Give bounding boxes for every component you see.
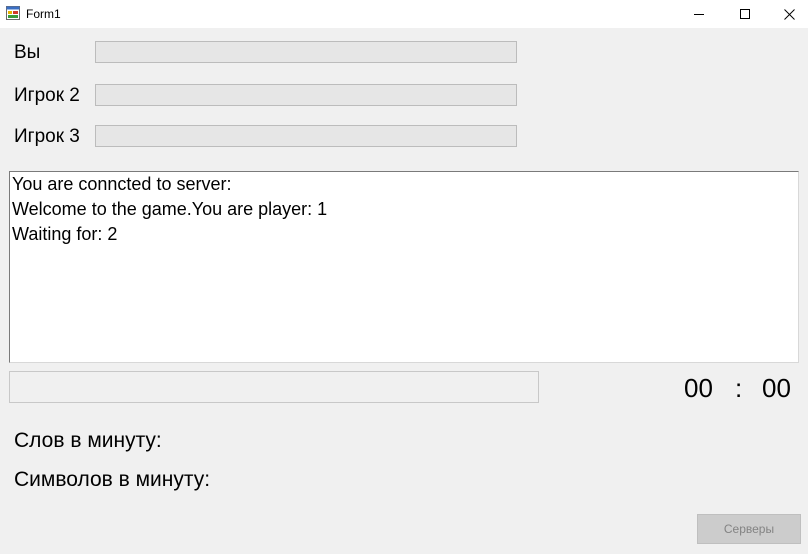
close-button[interactable]	[766, 0, 808, 28]
log-line: Waiting for: 2	[12, 224, 118, 244]
chars-per-minute-label: Символов в минуту:	[14, 468, 211, 491]
timer-minutes: 00	[684, 373, 713, 403]
window-title: Form1	[26, 7, 61, 21]
player-2-progress	[95, 84, 517, 106]
minimize-button[interactable]	[676, 0, 722, 28]
main-window: Form1 Вы Игрок 2 Игрок 3 You are conncte…	[0, 0, 808, 554]
maximize-icon	[740, 9, 750, 19]
close-icon	[783, 8, 795, 20]
player-you-progress	[95, 41, 517, 63]
player-3-label: Игрок 3	[14, 126, 80, 147]
log-line: Welcome to the game.You are player: 1	[12, 199, 328, 219]
typing-input[interactable]	[9, 371, 539, 403]
player-you-label: Вы	[14, 42, 41, 63]
title-bar[interactable]: Form1	[0, 0, 808, 28]
message-log[interactable]: You are conncted to server: Welcome to t…	[9, 171, 799, 363]
minimize-icon	[694, 14, 704, 15]
log-line: You are conncted to server:	[12, 174, 232, 194]
player-3-progress	[95, 125, 517, 147]
servers-button[interactable]: Серверы	[697, 514, 801, 544]
timer-seconds: 00	[762, 373, 791, 403]
player-2-label: Игрок 2	[14, 85, 80, 106]
timer-separator: :	[735, 373, 743, 403]
words-per-minute-label: Слов в минуту:	[14, 429, 162, 452]
maximize-button[interactable]	[722, 0, 768, 28]
winforms-app-icon	[6, 6, 20, 20]
